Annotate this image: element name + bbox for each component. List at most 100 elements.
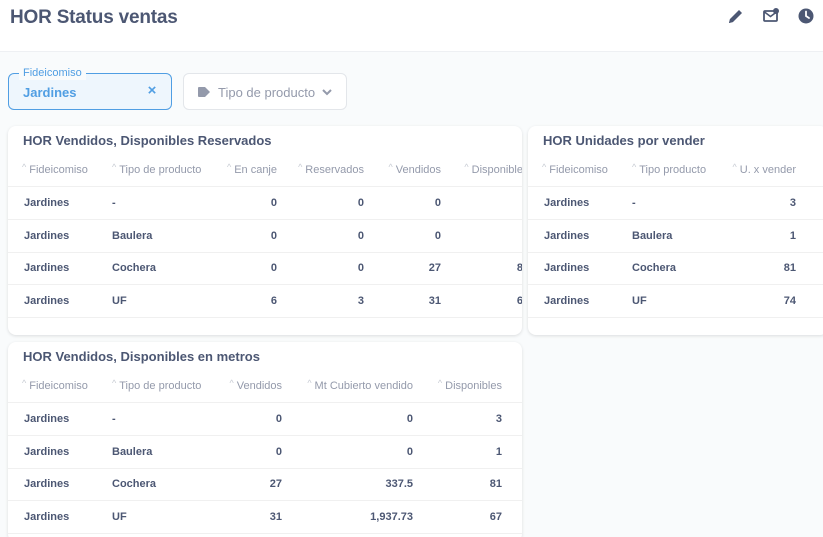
table-cell: 3 [357, 294, 364, 307]
table-cell: 6 [270, 294, 277, 307]
close-icon[interactable]: × [145, 83, 159, 99]
column-header-label: Fideicomiso [29, 380, 88, 392]
sort-icon: ^ [22, 378, 27, 388]
table-cell: 1 [789, 229, 796, 242]
table-cell: 27 [428, 262, 441, 274]
column-header-label: Fideicomiso [549, 164, 608, 176]
column-header-label: Disponible [471, 164, 522, 176]
table-row[interactable]: Jardines UF 74 [528, 285, 823, 318]
table-cell: 1,937.73 [370, 510, 413, 523]
table-row[interactable]: Jardines Cochera 27 337.5 81 [8, 468, 522, 501]
table-cell: 0 [357, 197, 364, 209]
table-cell: 67 [489, 510, 502, 523]
column-header-label: Reservados [305, 164, 364, 176]
filter-label: Tipo de producto [218, 85, 316, 100]
column-header-label: Vendidos [236, 380, 282, 392]
table-cell: 31 [428, 294, 441, 307]
column-header[interactable]: ^ Tipo de producto [112, 154, 222, 187]
tag-icon [198, 87, 210, 97]
table-row[interactable]: Jardines Baulera 1 [528, 220, 823, 253]
table-row[interactable]: Jardines UF 6 3 31 6 [8, 285, 522, 318]
table-row[interactable]: Jardines UF 31 1,937.73 67 [8, 501, 522, 534]
card-unidades-por-vender: HOR Unidades por vender ^ Fideicomiso ^ Tip… [528, 126, 823, 335]
fideicomiso-filter[interactable]: Fideicomiso Jardines × [8, 67, 172, 110]
table-cell: Jardines [24, 262, 70, 274]
mail-settings-icon[interactable] [762, 7, 780, 25]
card-title: HOR Vendidos, Disponibles Reservados [23, 133, 272, 148]
table-cell: 27 [269, 478, 282, 490]
sort-icon: ^ [307, 378, 312, 388]
table-cell: 0 [270, 197, 277, 209]
column-header-label: Tipo producto [639, 164, 707, 176]
column-header[interactable]: ^ En canje [222, 154, 277, 187]
table-cell: 0 [275, 445, 282, 458]
filter-value: Jardines [23, 85, 77, 100]
table-row[interactable]: Jardines - 0 0 0 [8, 187, 522, 220]
column-header[interactable]: ^ Fideicomiso [22, 370, 102, 403]
column-header[interactable]: ^ Vendidos [365, 154, 442, 187]
table-row[interactable]: Jardines -0 0 3 [8, 403, 522, 436]
sort-icon: ^ [464, 162, 469, 172]
table-cell: 0 [406, 413, 413, 425]
table-cell: 0 [270, 229, 277, 242]
column-header[interactable]: ^ Fideicomiso [542, 154, 622, 187]
table-cell: Jardines [544, 294, 590, 307]
table-header-row: ^ Fideicomiso ^ Tipo de producto ^ En canje ^ R… [8, 154, 522, 187]
table-cell: 0 [406, 445, 413, 458]
table-cell: - [112, 197, 116, 209]
table-cell: 3 [495, 413, 502, 425]
table-row[interactable]: Jardines Baulera 0 0 0 [8, 220, 522, 253]
column-header-label: Vendidos [395, 164, 441, 176]
sort-icon: ^ [542, 162, 547, 172]
table-cell: 0 [275, 413, 282, 425]
card-title: HOR Vendidos, Disponibles en metros [23, 349, 260, 364]
table-cell: UF [112, 294, 127, 307]
table-cell: 0 [434, 197, 441, 209]
table-cell: 31 [269, 510, 282, 523]
sort-icon: ^ [732, 162, 737, 172]
column-header[interactable]: ^ Mt Cubierto vendido [284, 370, 413, 403]
sort-icon: ^ [112, 162, 117, 172]
table-header-row: ^ Fideicomiso ^ Tipo producto ^ U. x vender [528, 154, 823, 187]
tipo-producto-filter[interactable]: Tipo de producto [183, 73, 347, 110]
sort-icon: ^ [298, 162, 303, 172]
table-header-row: ^ Fideicomiso ^ Tipo de producto ^ Vendidos ^ M… [8, 370, 522, 403]
table-row[interactable]: Jardines Cochera 81 [528, 252, 823, 285]
table-cell: Jardines [24, 478, 70, 490]
table-row[interactable]: Jardines Baulera 0 0 1 [8, 436, 522, 469]
table-cell: Cochera [112, 262, 157, 274]
filter-label: Fideicomiso [19, 67, 86, 80]
table-cell: Jardines [24, 510, 70, 523]
table-cell: Baulera [112, 229, 153, 242]
table-cell: Jardines [24, 445, 70, 458]
sort-icon: ^ [388, 162, 393, 172]
table-cell: Jardines [544, 229, 590, 242]
column-header[interactable]: ^ Vendidos [206, 370, 283, 403]
card-title: HOR Unidades por vender [543, 133, 705, 148]
page-title: HOR Status ventas [10, 7, 178, 28]
column-header[interactable]: ^ Disponibles [418, 370, 502, 403]
column-header[interactable]: ^ Reservados [278, 154, 364, 187]
column-header[interactable]: ^ U. x vender [718, 154, 796, 187]
table-cell [442, 220, 522, 253]
pencil-icon[interactable] [727, 7, 745, 25]
table-cell: Jardines [24, 413, 70, 425]
column-header[interactable]: ^ Fideicomiso [22, 154, 102, 187]
table-cell: 8 [516, 262, 522, 274]
table-cell: 74 [783, 294, 796, 307]
column-header-label: Mt Cubierto vendido [314, 380, 413, 392]
table-cell: 0 [270, 262, 277, 274]
card-vendidos-reservados: HOR Vendidos, Disponibles Reservados ^ Fi… [8, 126, 522, 335]
column-header-label: Tipo de producto [119, 164, 202, 176]
column-header-label: Fideicomiso [29, 164, 88, 176]
sort-icon: ^ [22, 162, 27, 172]
table-row[interactable]: Jardines Cochera 0 0 27 8 [8, 252, 522, 285]
table-cell [442, 187, 522, 220]
table-cell: 0 [357, 262, 364, 274]
sort-icon: ^ [229, 378, 234, 388]
dashboard-header: HOR Status ventas [0, 0, 823, 52]
clock-icon[interactable] [797, 7, 815, 25]
table-cell: 0 [357, 229, 364, 242]
table-row[interactable]: Jardines -3 [528, 187, 823, 220]
column-header[interactable]: ^ Disponible [442, 154, 522, 187]
